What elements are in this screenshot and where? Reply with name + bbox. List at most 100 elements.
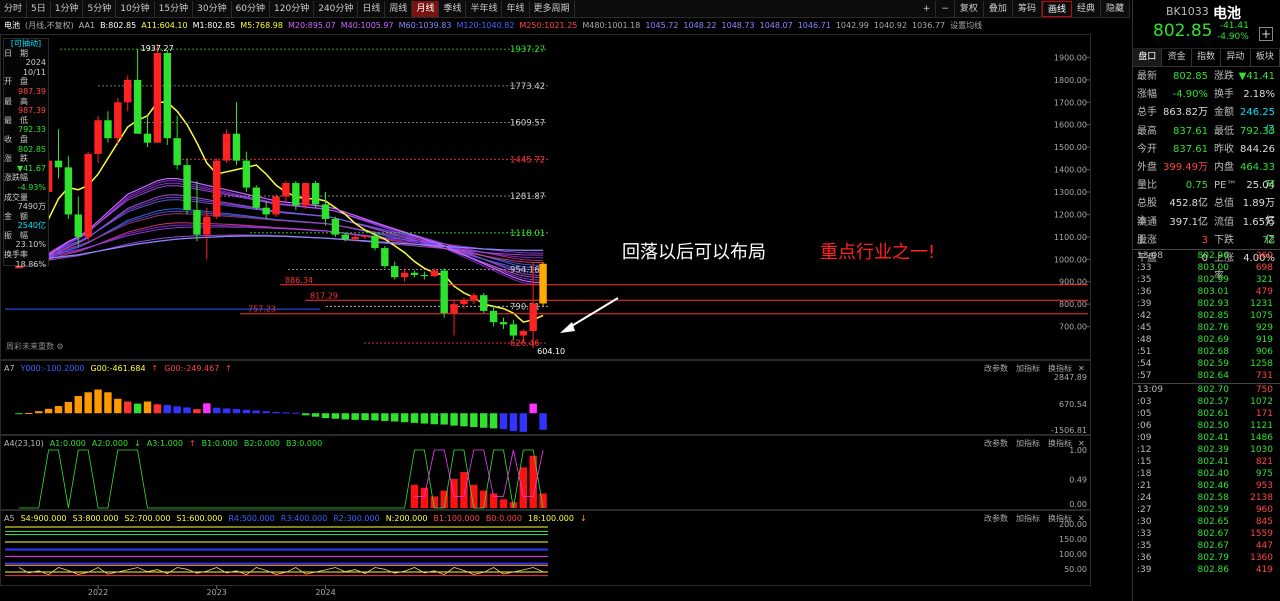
quote-value-2: 464.33万 xyxy=(1240,161,1275,191)
a7-cmd-0[interactable]: 改参数 xyxy=(984,363,1008,375)
period-tab-0[interactable]: 分时 xyxy=(0,0,28,17)
candle-48[interactable] xyxy=(489,306,498,327)
candle-50[interactable] xyxy=(509,319,518,341)
period-tab-8[interactable]: 120分钟 xyxy=(270,0,315,17)
candle-5[interactable] xyxy=(64,156,73,219)
candle-39[interactable] xyxy=(400,268,409,282)
period-tab-11[interactable]: 周线 xyxy=(385,0,413,17)
ohlc-info-box[interactable]: [可抽动] 日 期 2024 10/11 开 盘 987.39 最 高 987.39 最 低7… xyxy=(3,38,49,269)
main-footer-text[interactable]: 周彩未来重数 ⚙ xyxy=(6,341,64,353)
a5-cmd-2[interactable]: 换指标 xyxy=(1048,513,1072,525)
candle-9[interactable] xyxy=(104,111,112,143)
a7-bar-3 xyxy=(44,408,53,414)
a7-bar-11 xyxy=(124,401,132,414)
candle-11[interactable] xyxy=(124,75,132,112)
a5-cmd-0[interactable]: 改参数 xyxy=(984,513,1008,525)
a7-bar-44 xyxy=(450,413,458,426)
candle-24[interactable] xyxy=(252,185,260,210)
a5-cmd-3[interactable]: ✕ xyxy=(1078,513,1085,525)
candle-4[interactable] xyxy=(54,129,63,179)
candle-43[interactable] xyxy=(440,268,448,318)
candle-20[interactable] xyxy=(213,158,221,219)
candle-23[interactable] xyxy=(242,151,251,193)
a7-cmd-1[interactable]: 加指标 xyxy=(1016,363,1040,375)
period-tab-10[interactable]: 日线 xyxy=(358,0,386,17)
toolbar-btn-2[interactable]: 复权 xyxy=(955,1,984,17)
candle-38[interactable] xyxy=(391,261,399,280)
ohlc-label-15: 成交量 xyxy=(4,192,28,202)
candle-10[interactable] xyxy=(114,97,122,145)
candle-12[interactable] xyxy=(133,49,142,134)
tick-price: 803.01 xyxy=(1197,287,1230,298)
candle-45[interactable] xyxy=(460,297,468,309)
sidebar-tab-4[interactable]: 板块 xyxy=(1251,49,1280,66)
candle-27[interactable] xyxy=(282,180,290,201)
candle-30[interactable] xyxy=(311,180,320,208)
candle-21[interactable] xyxy=(222,129,231,163)
a7-cmd-3[interactable]: ✕ xyxy=(1078,363,1085,375)
period-tab-2[interactable]: 1分钟 xyxy=(51,0,84,17)
candle-49[interactable] xyxy=(499,317,508,329)
toolbar-btn-1[interactable]: − xyxy=(936,1,955,17)
period-tab-5[interactable]: 15分钟 xyxy=(155,0,194,17)
candle-29[interactable] xyxy=(302,183,310,209)
candle-32[interactable] xyxy=(331,216,340,237)
period-tab-14[interactable]: 半年线 xyxy=(466,0,503,17)
candle-53[interactable] xyxy=(539,262,547,306)
toolbar-btn-5[interactable]: 画线 xyxy=(1041,1,1072,17)
tick-list[interactable]: 13:08 802.96 260:33 803.00 698:35 802.99 321:3… xyxy=(1133,249,1280,576)
candle-37[interactable] xyxy=(381,245,389,269)
sidebar-tab-3[interactable]: 异动 xyxy=(1221,49,1251,66)
period-tab-9[interactable]: 240分钟 xyxy=(314,0,359,17)
period-tab-7[interactable]: 60分钟 xyxy=(232,0,271,17)
sidebar-tab-1[interactable]: 资金 xyxy=(1162,49,1192,66)
period-tab-16[interactable]: 更多周期 xyxy=(530,0,575,17)
period-tab-4[interactable]: 10分钟 xyxy=(116,0,155,17)
toolbar-btn-6[interactable]: 经典 xyxy=(1072,1,1101,17)
a7-cmd-2[interactable]: 换指标 xyxy=(1048,363,1072,375)
candle-40[interactable] xyxy=(410,270,419,278)
add-watchlist-button[interactable]: + xyxy=(1259,27,1273,41)
period-tab-3[interactable]: 5分钟 xyxy=(83,0,117,17)
a4-cmd-2[interactable]: 换指标 xyxy=(1048,438,1072,450)
candle-47[interactable] xyxy=(480,292,488,314)
candle-8[interactable] xyxy=(94,115,102,163)
price-tick-9: 1000.00 xyxy=(1054,255,1087,264)
period-tab-1[interactable]: 5日 xyxy=(27,0,51,17)
period-tab-15[interactable]: 年线 xyxy=(502,0,530,17)
sidebar-tab-2[interactable]: 指数 xyxy=(1192,49,1222,66)
period-tab-13[interactable]: 季线 xyxy=(439,0,467,17)
toolbar-btn-0[interactable]: + xyxy=(918,1,937,17)
candle-16[interactable] xyxy=(173,115,181,170)
candle-46[interactable] xyxy=(470,292,478,305)
candle-31[interactable] xyxy=(321,192,330,226)
a4-cmd-0[interactable]: 改参数 xyxy=(984,438,1008,450)
candle-25[interactable] xyxy=(262,200,270,219)
a4-cmd-1[interactable]: 加指标 xyxy=(1016,438,1040,450)
candle-13[interactable] xyxy=(143,115,152,148)
candle-17[interactable] xyxy=(183,158,191,215)
candle-44[interactable] xyxy=(450,299,458,336)
a5-cmd-1[interactable]: 加指标 xyxy=(1016,513,1040,525)
candle-41[interactable] xyxy=(420,271,429,280)
tick-time: :39 xyxy=(1137,299,1152,310)
toolbar-btn-4[interactable]: 筹码 xyxy=(1013,1,1042,17)
toolbar-btn-7[interactable]: 隐藏 xyxy=(1101,1,1130,17)
a4-cmd-3[interactable]: ✕ xyxy=(1078,438,1085,450)
ma-legend-item-9: M250:1021.25 xyxy=(519,21,578,30)
toolbar-btn-3[interactable]: 叠加 xyxy=(984,1,1013,17)
period-tab-6[interactable]: 30分钟 xyxy=(193,0,232,17)
candle-7[interactable] xyxy=(84,151,92,242)
candle-36[interactable] xyxy=(371,234,379,251)
a5-oscillator-line xyxy=(18,567,544,576)
candle-15[interactable] xyxy=(163,50,171,145)
period-tab-12[interactable]: 月线 xyxy=(412,0,440,17)
candle-26[interactable] xyxy=(272,194,280,217)
candle-14[interactable] xyxy=(153,44,162,143)
tick-time: :05 xyxy=(1137,408,1152,419)
a4-legend-item-8: B3:0.000 xyxy=(286,439,323,448)
sidebar-tab-0[interactable]: 盘口 xyxy=(1133,49,1163,66)
tick-volume: 2138 xyxy=(1250,492,1273,503)
candle-22[interactable] xyxy=(232,102,241,166)
tick-volume: 698 xyxy=(1255,263,1273,274)
